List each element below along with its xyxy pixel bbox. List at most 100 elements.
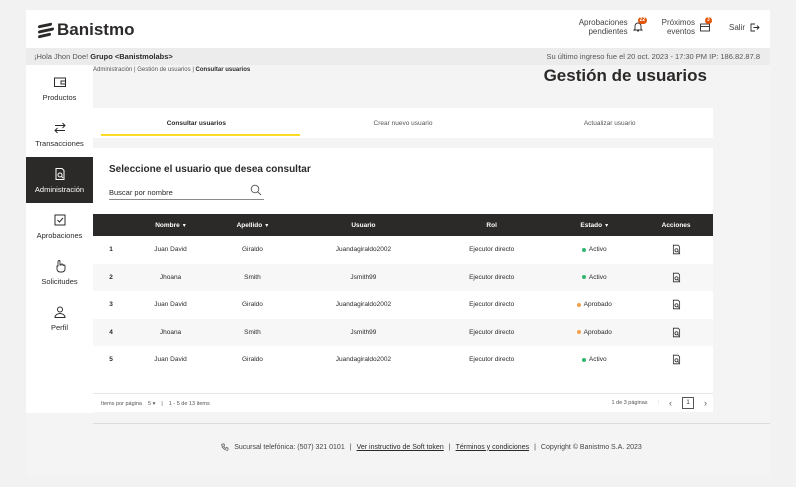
hand-pointer-icon (56, 259, 65, 272)
greeting: ¡Hola Jhon Doe! Grupo <Banistmolabs> (34, 52, 173, 61)
items-per-page-select[interactable]: 5 ▾ (148, 401, 155, 407)
sidebar: Productos Transacciones Administración A… (26, 65, 93, 413)
column-nombre[interactable]: Nombre ▾ (129, 214, 212, 236)
events-link[interactable]: Próximos eventos 3 (661, 17, 712, 36)
document-search-icon[interactable] (671, 354, 682, 365)
column-estado[interactable]: Estado ▾ (549, 214, 639, 236)
sidebar-item-perfil[interactable]: Perfil (26, 295, 93, 341)
chevron-down-icon: ▾ (182, 222, 186, 229)
search-input[interactable] (109, 184, 239, 201)
brand-mark-icon (38, 22, 54, 39)
row-index: 3 (109, 301, 113, 309)
events-badge: 3 (704, 17, 712, 24)
document-search-icon (55, 167, 64, 180)
table-row: 4 Jhoana Smith Jsmith99 Ejecutor directo… (93, 318, 713, 347)
logout-button[interactable]: Salir (729, 22, 760, 33)
logout-icon (750, 23, 760, 31)
logout-label: Salir (728, 22, 745, 32)
soft-token-link[interactable]: Ver instructivo de Soft token (357, 444, 444, 451)
cell-nombre: Juan David (154, 356, 187, 364)
sidebar-item-label: Aprobaciones (36, 230, 83, 240)
document-search-icon[interactable] (671, 299, 682, 310)
cell-rol: Ejecutor directo (469, 273, 515, 281)
users-card: Seleccione el usuario que desea consulta… (93, 148, 713, 412)
sidebar-item-aprobaciones[interactable]: Aprobaciones (26, 203, 93, 249)
cell-apellido: Giraldo (241, 301, 263, 309)
current-page[interactable]: 1 (682, 397, 694, 409)
status-dot (576, 302, 581, 307)
top-nav: Aprobaciones pendientes 22 Próximos even… (579, 17, 760, 36)
sidebar-item-productos[interactable]: Productos (26, 65, 93, 111)
column-rol: Rol (486, 221, 497, 229)
column-apellido[interactable]: Apellido ▾ (212, 214, 293, 236)
page-title: Gestión de usuarios (543, 66, 707, 85)
column-acciones: Acciones (661, 221, 691, 229)
cell-estado: Aprobado (549, 319, 639, 347)
cell-usuario: Juandagiraldo2002 (335, 356, 392, 364)
document-search-icon[interactable] (671, 244, 682, 255)
wallet-icon (53, 77, 66, 87)
document-search-icon[interactable] (671, 327, 682, 338)
status-dot (581, 247, 586, 252)
cell-acciones (639, 346, 713, 374)
status-dot (576, 330, 581, 335)
cell-apellido: Giraldo (241, 246, 263, 254)
cell-estado: Activo (549, 264, 639, 292)
cell-acciones (639, 319, 713, 347)
cell-acciones (639, 264, 713, 292)
greeting-bar: ¡Hola Jhon Doe! Grupo <Banistmolabs> Su … (26, 48, 770, 65)
approvals-link[interactable]: Aprobaciones pendientes 22 (579, 17, 648, 36)
row-index: 1 (109, 246, 113, 254)
cell-estado: Activo (549, 346, 639, 374)
column-index (93, 214, 129, 236)
chevron-right-icon[interactable]: › (704, 398, 707, 408)
row-index: 2 (109, 273, 113, 281)
phone-icon (221, 443, 229, 451)
pages-count: 1 de 3 páginas (611, 400, 648, 406)
sidebar-item-label: Administración (34, 184, 85, 194)
breadcrumb: Administración | Gestión de usuarios | C… (93, 67, 251, 73)
sidebar-item-transacciones[interactable]: Transacciones (26, 111, 93, 157)
cell-apellido: Smith (244, 273, 261, 281)
events-label-1: Próximos (661, 18, 695, 27)
user-icon (53, 306, 66, 318)
cell-nombre: Jhoana (159, 273, 182, 281)
sidebar-item-solicitudes[interactable]: Solicitudes (26, 249, 93, 295)
document-search-icon[interactable] (671, 272, 682, 283)
approvals-badge: 22 (637, 17, 648, 24)
greeting-hello: ¡Hola Jhon Doe! (34, 52, 89, 61)
search-icon[interactable] (250, 184, 262, 196)
status-dot (581, 275, 586, 280)
card-title: Seleccione el usuario que desea consulta… (109, 164, 311, 175)
calendar-icon: 3 (699, 17, 712, 33)
search-box (109, 182, 264, 201)
pagination: Items por página 5 ▾ | 1 - 5 de 13 items… (93, 393, 713, 413)
chevron-left-icon[interactable]: ‹ (669, 398, 672, 408)
transfer-icon (53, 122, 66, 133)
events-label-2: eventos (666, 27, 695, 36)
breadcrumb-item[interactable]: Administración (93, 67, 132, 73)
tab-consultar-usuarios[interactable]: Consultar usuarios (93, 108, 300, 138)
brand-logo[interactable]: Banistmo (38, 20, 134, 40)
breadcrumb-current: Consultar usuarios (195, 67, 251, 73)
status-text: Activo (588, 356, 607, 364)
cell-acciones (639, 236, 713, 264)
terms-link[interactable]: Términos y condiciones (456, 444, 530, 451)
cell-nombre: Juan David (154, 246, 187, 254)
caret-down-icon: ▾ (152, 401, 156, 407)
tab-crear-usuario[interactable]: Crear nuevo usuario (300, 108, 507, 138)
table-row: 1 Juan David Giraldo Juandagiraldo2002 E… (93, 236, 713, 264)
items-range: 1 - 5 de 13 items (168, 401, 210, 407)
sidebar-item-administracion[interactable]: Administración (26, 157, 93, 203)
cell-usuario: Juandagiraldo2002 (335, 246, 392, 254)
footer-phone: Sucursal telefónica: (507) 321 0101 (234, 443, 345, 451)
cell-estado: Activo (549, 236, 639, 264)
row-index: 5 (109, 356, 113, 364)
sidebar-item-label: Perfil (50, 322, 69, 332)
status-text: Activo (588, 246, 607, 254)
cell-apellido: Giraldo (241, 356, 263, 364)
tab-actualizar-usuario[interactable]: Actualizar usuario (506, 108, 713, 138)
breadcrumb-item[interactable]: Gestión de usuarios (137, 67, 190, 73)
sidebar-item-label: Productos (42, 92, 77, 102)
chevron-down-icon: ▾ (265, 222, 269, 229)
